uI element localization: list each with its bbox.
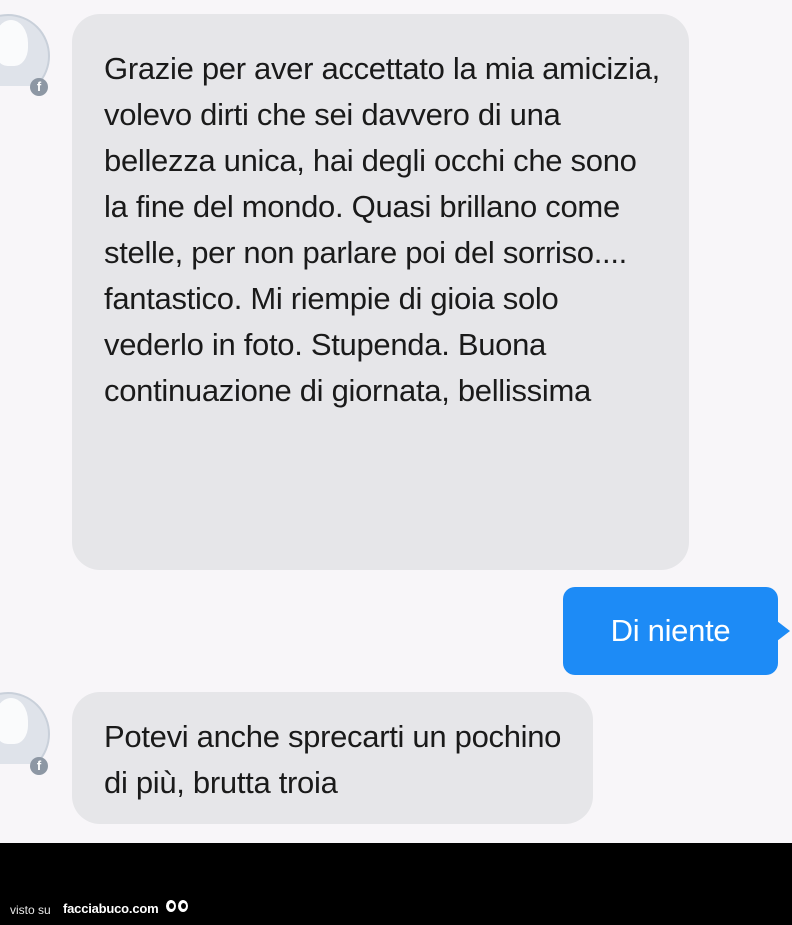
- footer-brand[interactable]: facciabuco.com: [63, 901, 159, 916]
- sender-avatar[interactable]: [0, 14, 52, 86]
- message-text: Di niente: [610, 613, 731, 648]
- avatar-silhouette-icon: [0, 20, 28, 66]
- facebook-icon: f: [30, 78, 48, 96]
- incoming-message-bubble[interactable]: Grazie per aver accettato la mia amicizi…: [72, 14, 689, 570]
- avatar-silhouette-icon: [0, 698, 28, 744]
- chat-thread: f Grazie per aver accettato la mia amici…: [0, 0, 792, 843]
- eyes-icon: [166, 900, 190, 914]
- message-text: Grazie per aver accettato la mia amicizi…: [104, 51, 660, 408]
- outgoing-message-bubble[interactable]: Di niente: [563, 587, 790, 675]
- bubble-tail: [777, 621, 790, 641]
- footer-prefix: visto su: [10, 903, 51, 917]
- message-text: Potevi anche sprecarti un pochino di più…: [104, 719, 562, 800]
- facebook-icon: f: [30, 757, 48, 775]
- watermark-footer: visto su facciabuco.com: [0, 843, 792, 925]
- incoming-message-bubble[interactable]: Potevi anche sprecarti un pochino di più…: [72, 692, 593, 824]
- sender-avatar[interactable]: [0, 692, 52, 764]
